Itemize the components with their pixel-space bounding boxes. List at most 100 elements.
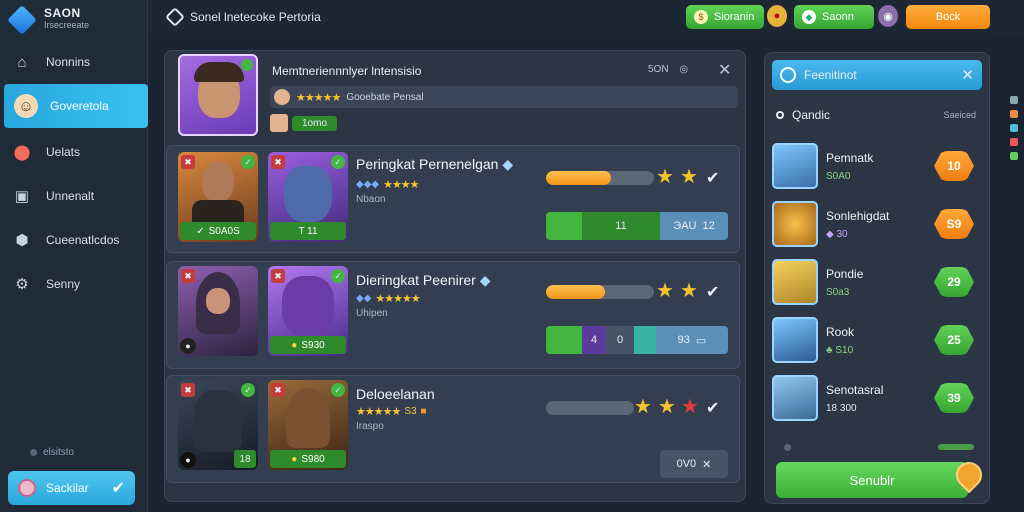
back-button[interactable]: Bock xyxy=(906,5,990,29)
sidebar-item-label: Senny xyxy=(46,277,81,291)
rating-label: Gooebate Pensal xyxy=(346,91,424,103)
close-icon[interactable]: ✕ xyxy=(961,66,974,84)
leaderboard-subtitle: Qandic xyxy=(792,108,831,122)
helmet-icon xyxy=(286,388,330,448)
card-tag: ✓ S0A0S xyxy=(180,222,256,240)
score-badge: 29 xyxy=(934,267,974,297)
avatar xyxy=(772,143,818,189)
edge-icon[interactable] xyxy=(1010,138,1018,146)
edge-toolbar xyxy=(1004,90,1024,230)
sidebar-item-label: Uelats xyxy=(46,145,81,159)
status-dot-icon xyxy=(30,449,37,456)
rating-stars: ★★★★★ xyxy=(296,91,341,104)
remove-icon[interactable]: ✖ xyxy=(271,269,285,283)
stat-segment[interactable]: 11 ЭАU 12 xyxy=(546,212,728,240)
hero-card[interactable]: ✖ ✓ ● 18 xyxy=(178,380,258,470)
list-item[interactable]: Pondie S0a3 29 xyxy=(772,256,980,308)
remove-icon[interactable]: ✖ xyxy=(181,269,195,283)
remove-icon[interactable]: ✖ xyxy=(181,383,195,397)
edge-icon[interactable] xyxy=(1010,152,1018,160)
remove-icon[interactable]: ✖ xyxy=(271,383,285,397)
profile-icon[interactable]: ◉ xyxy=(878,5,898,27)
check-icon: ✓ xyxy=(196,225,205,237)
hero-armor-icon xyxy=(282,276,334,336)
close-icon[interactable]: ✕ xyxy=(718,60,731,80)
row-subtitle: Uhipen xyxy=(356,308,388,319)
dot-icon xyxy=(784,444,791,451)
header-tag: 1omo xyxy=(270,113,346,133)
hero-card[interactable]: ✖ ✓ ● S930 xyxy=(268,266,348,356)
edit-icon: ▭ xyxy=(695,334,707,347)
logo-icon xyxy=(165,7,185,27)
rating-extra: S3 xyxy=(404,406,417,417)
row-subtitle: Iraspo xyxy=(356,421,384,432)
hero-card[interactable]: ✖ ● xyxy=(178,266,258,356)
rating-bar: ★★★★★ Gooebate Pensal xyxy=(270,86,738,108)
hero-armor-icon xyxy=(284,166,332,222)
sidebar-item-profile[interactable]: ☺ Goveretola xyxy=(4,84,148,128)
score-badge: 10 xyxy=(934,151,974,181)
info-icon[interactable]: ◎ xyxy=(679,64,688,75)
currency-gems[interactable]: ◆ Saonn xyxy=(794,5,874,29)
leaf-icon: ♣ xyxy=(826,344,833,356)
row-rating: ◆◆ ★★★★★ xyxy=(356,292,421,305)
score-badge: 39 xyxy=(934,383,974,413)
user-icon: ☺ xyxy=(14,94,38,118)
header-meta-text: 5ON xyxy=(648,64,669,75)
remove-icon[interactable]: ✖ xyxy=(271,155,285,169)
brand-name: SAON xyxy=(44,6,81,20)
row-rating: ◆◆◆ ★★★★ xyxy=(356,178,420,191)
edge-icon[interactable] xyxy=(1010,110,1018,118)
hero-face-icon xyxy=(202,162,234,202)
close-icon: ✕ xyxy=(702,458,712,471)
edge-icon[interactable] xyxy=(1010,124,1018,132)
seg-right-text: 0V0 xyxy=(676,458,697,470)
seg-right: 93 ▭ xyxy=(656,326,728,354)
leaderboard-title: Feenitinot xyxy=(804,68,857,82)
hero-portrait[interactable] xyxy=(178,54,258,136)
sidebar-item-panel[interactable]: ▣ Unnenalt xyxy=(0,174,148,218)
seg-green xyxy=(546,326,582,354)
hero-hair-icon xyxy=(194,62,244,82)
item-name: Rook xyxy=(826,324,855,339)
seg-left: 11 xyxy=(582,212,660,240)
check-icon[interactable]: ✔ xyxy=(706,282,719,302)
panel-icon: ▣ xyxy=(14,188,30,205)
row-rating: ★★★★★ S3 ■ xyxy=(356,405,427,418)
row-title: Deloeelanan xyxy=(356,386,435,402)
edge-icon[interactable] xyxy=(1010,96,1018,104)
avatar xyxy=(772,317,818,363)
list-item[interactable]: Senotasral 18 300 39 xyxy=(772,372,980,424)
sidebar-item-home[interactable]: ⌂ Nonnins xyxy=(0,40,148,84)
item-value: 18 300 xyxy=(826,402,857,414)
seg-left: 4 xyxy=(582,326,606,354)
mushroom-icon[interactable]: ● xyxy=(767,5,787,27)
gear-icon: ⚙ xyxy=(15,276,29,293)
sidebar-status: elsitsto xyxy=(30,447,74,458)
check-icon: ✓ xyxy=(241,383,255,397)
sidebar-item-label: Nonnins xyxy=(46,55,91,69)
gem-icon: ◆ xyxy=(479,272,491,288)
sidebar-item-settings[interactable]: ⚙ Senny xyxy=(0,262,148,306)
list-item[interactable]: Pemnatk S0A0 10 xyxy=(772,140,980,192)
progress-fill xyxy=(546,171,611,185)
check-icon[interactable]: ✔ xyxy=(706,398,719,418)
hero-card[interactable]: ✖ ✓ T 11 xyxy=(268,152,348,242)
hero-card[interactable]: ✖ ✓ ✓ S0A0S xyxy=(178,152,258,242)
submit-button[interactable]: Senublr xyxy=(776,462,968,498)
sidebar-item-collection[interactable]: ⬢ Cueenatlcdos xyxy=(0,218,148,262)
currency-coins[interactable]: $ Sioranin xyxy=(686,5,764,29)
list-item[interactable]: Sonlehigdat ◆ 30 S9 xyxy=(772,198,980,250)
sidebar-item-location[interactable]: ⬤ Uelats xyxy=(0,130,148,174)
stat-segment[interactable]: 0V0 ✕ xyxy=(660,450,728,478)
card-tag: ● S980 xyxy=(270,450,346,468)
list-item[interactable]: Rook ♣ S10 25 xyxy=(772,314,980,366)
scroll-indicator[interactable] xyxy=(938,444,974,450)
clock-icon xyxy=(780,67,796,83)
check-icon[interactable]: ✔ xyxy=(706,168,719,188)
remove-icon[interactable]: ✖ xyxy=(181,155,195,169)
hero-card[interactable]: ✖ ✓ ● S980 xyxy=(268,380,348,470)
stat-segment[interactable]: 4 0 93 ▭ xyxy=(546,326,728,354)
status-text: elsitsto xyxy=(43,447,75,458)
select-button[interactable]: Sackilar ✔ xyxy=(8,471,135,505)
